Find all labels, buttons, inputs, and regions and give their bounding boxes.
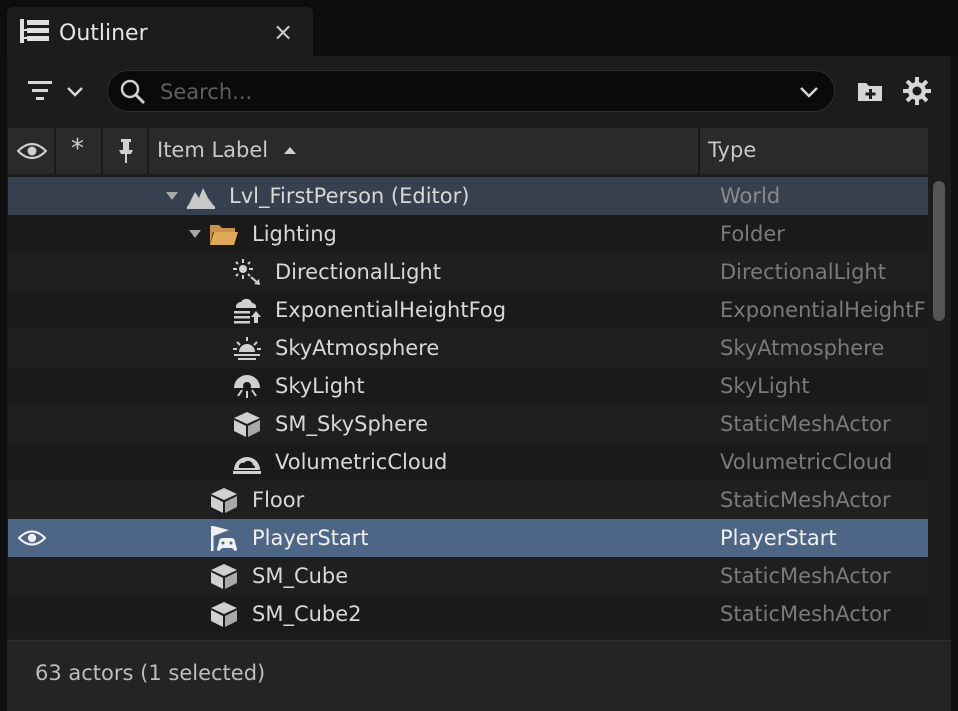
- tree-row[interactable]: SM_SkySphere StaticMeshActor: [8, 405, 928, 443]
- row-type: ExponentialHeightF: [720, 298, 926, 322]
- tree-row[interactable]: SM_Cube StaticMeshActor: [8, 557, 928, 595]
- pin-icon: [119, 139, 133, 163]
- volumetric-cloud-icon: [233, 457, 261, 474]
- row-label: Lvl_FirstPerson (Editor): [229, 184, 470, 208]
- tree-row[interactable]: Lvl_FirstPerson (Editor) World: [8, 177, 928, 215]
- world-icon: [187, 188, 215, 209]
- row-type: SkyLight: [720, 374, 810, 398]
- column-type[interactable]: Type: [700, 128, 928, 174]
- tree-row[interactable]: Lighting Folder: [8, 215, 928, 253]
- search-input[interactable]: [158, 78, 792, 106]
- sky-light-icon: [234, 375, 260, 398]
- tab-outliner[interactable]: Outliner ×: [7, 7, 313, 56]
- tree-row[interactable]: DirectionalLight DirectionalLight: [8, 253, 928, 291]
- close-icon[interactable]: ×: [273, 18, 293, 46]
- item-label-header: Item Label: [157, 138, 269, 162]
- row-label: SM_Cube2: [252, 602, 362, 626]
- static-mesh-icon: [211, 602, 237, 627]
- status-bar: 63 actors (1 selected): [7, 640, 951, 711]
- row-label: DirectionalLight: [275, 260, 441, 284]
- tree-row[interactable]: ExponentialHeightFog ExponentialHeightF: [8, 291, 928, 329]
- actor-count-text: 63 actors (1 selected): [35, 661, 266, 685]
- tree-row[interactable]: Floor StaticMeshActor: [8, 481, 928, 519]
- tab-bar: Outliner ×: [0, 0, 958, 56]
- player-start-icon: [211, 526, 237, 551]
- tree-row[interactable]: VolumetricCloud VolumetricCloud: [8, 443, 928, 481]
- eye-icon[interactable]: [18, 528, 46, 548]
- row-type: StaticMeshActor: [720, 488, 891, 512]
- row-label: ExponentialHeightFog: [275, 298, 507, 322]
- row-type: StaticMeshActor: [720, 564, 891, 588]
- static-mesh-icon: [234, 412, 260, 437]
- outliner-icon: [19, 18, 51, 44]
- tree-row-selected[interactable]: PlayerStart PlayerStart: [8, 519, 928, 557]
- search-box[interactable]: [107, 70, 835, 112]
- column-favorite[interactable]: *: [56, 128, 103, 174]
- row-label: SM_Cube: [252, 564, 349, 588]
- row-type: SkyAtmosphere: [720, 336, 885, 360]
- row-type: StaticMeshActor: [720, 412, 891, 436]
- eye-icon: [17, 142, 47, 160]
- column-header: * Item Label Type: [8, 128, 928, 174]
- filter-icon: [28, 81, 83, 100]
- star-icon: *: [71, 134, 84, 164]
- outliner-tree: Lvl_FirstPerson (Editor) World Lighting …: [8, 177, 928, 637]
- expand-arrow-icon[interactable]: [165, 191, 179, 201]
- row-label: SkyAtmosphere: [275, 336, 440, 360]
- row-label: SM_SkySphere: [275, 412, 429, 436]
- filter-dropdown-button[interactable]: [26, 77, 92, 107]
- row-type: PlayerStart: [720, 526, 837, 550]
- search-history-chevron-icon[interactable]: [798, 84, 820, 100]
- row-label: Floor: [252, 488, 305, 512]
- row-label: VolumetricCloud: [275, 450, 448, 474]
- settings-gear-icon[interactable]: [902, 76, 932, 106]
- scrollbar-thumb[interactable]: [933, 181, 945, 321]
- tab-title: Outliner: [59, 21, 148, 46]
- row-type: StaticMeshActor: [720, 602, 891, 626]
- tree-row[interactable]: SkyAtmosphere SkyAtmosphere: [8, 329, 928, 367]
- search-icon: [119, 78, 147, 106]
- row-label: SkyLight: [275, 374, 365, 398]
- row-label: Lighting: [252, 222, 337, 246]
- static-mesh-icon: [211, 564, 237, 589]
- folder-icon: [210, 225, 238, 245]
- expand-arrow-icon[interactable]: [188, 229, 202, 239]
- column-pinned[interactable]: [103, 128, 149, 174]
- row-type: VolumetricCloud: [720, 450, 893, 474]
- height-fog-icon: [234, 298, 261, 324]
- row-type: World: [720, 184, 781, 208]
- column-item-label[interactable]: Item Label: [149, 128, 700, 174]
- type-header: Type: [708, 138, 757, 162]
- tree-row[interactable]: SkyLight SkyLight: [8, 367, 928, 405]
- row-label: PlayerStart: [252, 526, 369, 550]
- sky-atmosphere-icon: [233, 337, 261, 360]
- directional-light-icon: [233, 259, 260, 285]
- column-visibility[interactable]: [8, 128, 56, 174]
- row-type: DirectionalLight: [720, 260, 886, 284]
- sort-ascending-icon: [284, 147, 296, 154]
- add-folder-icon[interactable]: [856, 77, 884, 105]
- tree-row[interactable]: SM_Cube2 StaticMeshActor: [8, 595, 928, 633]
- row-type: Folder: [720, 222, 785, 246]
- static-mesh-icon: [211, 488, 237, 513]
